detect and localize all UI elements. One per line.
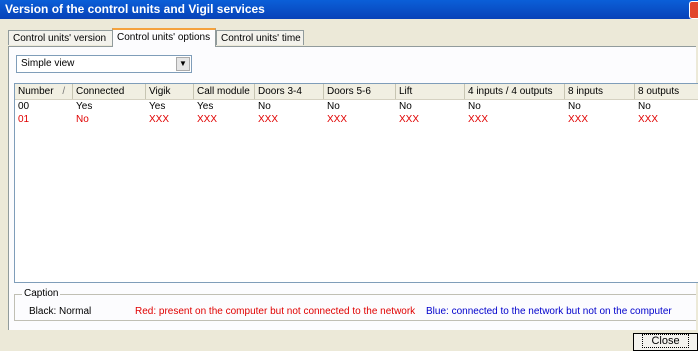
cell-4-inputs-4-outputs: XXX bbox=[468, 114, 489, 125]
cell-8-outputs: XXX bbox=[638, 114, 659, 125]
cell-lift: No bbox=[399, 101, 412, 112]
tab-control-units-version[interactable]: Control units' version bbox=[8, 30, 113, 45]
window-title: Version of the control units and Vigil s… bbox=[5, 2, 265, 16]
column-header-8-inputs[interactable]: 8 inputs bbox=[565, 84, 635, 99]
column-header-4-inputs-4-outputs[interactable]: 4 inputs / 4 outputs bbox=[465, 84, 565, 99]
cell-vigik: Yes bbox=[149, 101, 166, 112]
cell-connected: Yes bbox=[76, 101, 93, 112]
cell-doors-3-4: XXX bbox=[258, 114, 279, 125]
column-header-vigik[interactable]: Vigik bbox=[146, 84, 194, 99]
sort-indicator-icon: / bbox=[62, 86, 66, 97]
cell-4-inputs-4-outputs: No bbox=[468, 101, 481, 112]
caption-group: Caption Black: Normal Red: present on th… bbox=[14, 288, 696, 321]
cell-number: 01 bbox=[18, 114, 30, 125]
cell-vigik: XXX bbox=[149, 114, 170, 125]
column-header-lift[interactable]: Lift bbox=[396, 84, 465, 99]
tab-control-units-time[interactable]: Control units' time bbox=[216, 30, 304, 45]
cell-8-inputs: No bbox=[568, 101, 581, 112]
control-units-table[interactable]: Number / Connected Vigik Call module Doo… bbox=[14, 83, 698, 283]
bottom-bar bbox=[0, 330, 698, 351]
tab-strip: Control units' version Control units' op… bbox=[0, 19, 698, 47]
close-window-icon[interactable] bbox=[689, 1, 698, 19]
column-header-call-module[interactable]: Call module bbox=[194, 84, 255, 99]
caption-blue-description: Blue: connected to the network but not o… bbox=[426, 306, 672, 317]
close-button-label: Close bbox=[642, 334, 689, 348]
title-bar: Version of the control units and Vigil s… bbox=[0, 0, 698, 19]
cell-8-outputs: No bbox=[638, 101, 651, 112]
cell-call-module: Yes bbox=[197, 101, 214, 112]
cell-connected: No bbox=[76, 114, 89, 125]
cell-doors-5-6: No bbox=[327, 101, 340, 112]
cell-number: 00 bbox=[18, 101, 30, 112]
chevron-down-icon[interactable]: ▼ bbox=[176, 57, 190, 71]
caption-legend: Caption bbox=[22, 288, 61, 299]
view-select[interactable]: Simple view ▼ bbox=[16, 55, 192, 73]
table-row[interactable]: 00 Yes Yes Yes No No No No No No bbox=[15, 100, 698, 113]
cell-lift: XXX bbox=[399, 114, 420, 125]
caption-red-description: Red: present on the computer but not con… bbox=[135, 306, 416, 317]
close-button[interactable]: Close bbox=[633, 333, 698, 351]
column-header-doors-3-4[interactable]: Doors 3-4 bbox=[255, 84, 324, 99]
cell-call-module: XXX bbox=[197, 114, 218, 125]
cell-doors-3-4: No bbox=[258, 101, 271, 112]
column-header-doors-5-6[interactable]: Doors 5-6 bbox=[324, 84, 396, 99]
table-row[interactable]: 01 No XXX XXX XXX XXX XXX XXX XXX XXX bbox=[15, 113, 698, 126]
view-select-value: Simple view bbox=[21, 58, 75, 69]
column-header-8-outputs[interactable]: 8 outputs bbox=[635, 84, 698, 99]
column-header-connected[interactable]: Connected bbox=[73, 84, 146, 99]
column-header-number[interactable]: Number / bbox=[15, 84, 73, 99]
caption-black-normal: Black: Normal bbox=[29, 306, 92, 317]
table-header: Number / Connected Vigik Call module Doo… bbox=[15, 84, 698, 100]
tab-control-units-options[interactable]: Control units' options bbox=[112, 28, 216, 47]
cell-doors-5-6: XXX bbox=[327, 114, 348, 125]
cell-8-inputs: XXX bbox=[568, 114, 589, 125]
